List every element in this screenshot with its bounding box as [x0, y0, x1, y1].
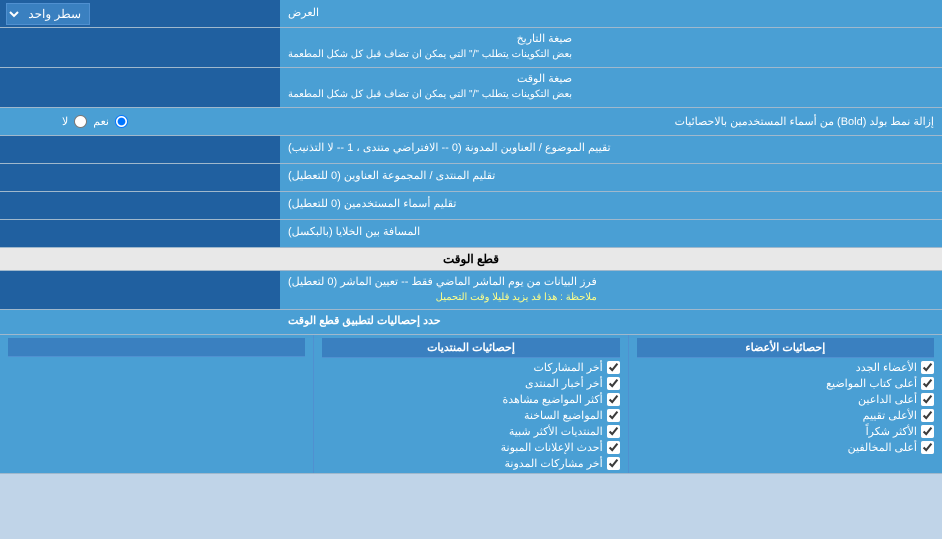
time-format-input-wrapper[interactable]: H:i	[0, 68, 280, 107]
forum-order-label: تقليم المنتدى / المجموعة العناوين (0 للت…	[280, 164, 942, 191]
checkbox-most-similar-input[interactable]	[607, 425, 620, 438]
date-format-row: صيغة التاريخبعض التكوينات يتطلب "/" التي…	[0, 28, 942, 68]
checkbox-top-violators[interactable]: أعلى المخالفين	[637, 441, 934, 454]
user-order-input-wrapper[interactable]: 0	[0, 192, 280, 219]
col-left-header	[8, 338, 305, 357]
cutoff-row: فرز البيانات من يوم الماشر الماضي فقط --…	[0, 271, 942, 311]
cutoff-input-wrapper[interactable]: 0	[0, 271, 280, 310]
checkbox-forum-news-input[interactable]	[607, 377, 620, 390]
forum-order-row: تقليم المنتدى / المجموعة العناوين (0 للت…	[0, 164, 942, 192]
checkbox-latest-announcements[interactable]: أحدث الإعلانات المبونة	[322, 441, 619, 454]
cutoff-section-header: قطع الوقت	[0, 248, 942, 271]
checkbox-most-similar-label: المنتديات الأكثر شبية	[509, 425, 603, 438]
user-order-label: تقليم أسماء المستخدمين (0 للتعطيل)	[280, 192, 942, 219]
checkbox-forum-news-label: أخر أخبار المنتدى	[525, 377, 603, 390]
checkbox-last-posts-input[interactable]	[607, 361, 620, 374]
checkbox-new-members[interactable]: الأعضاء الجدد	[637, 361, 934, 374]
checkbox-columns: إحصائيات الأعضاء الأعضاء الجدد أعلى كتاب…	[0, 335, 942, 474]
forum-order-input-wrapper[interactable]: 33	[0, 164, 280, 191]
bold-no-radio[interactable]	[74, 115, 87, 128]
checkbox-most-similar[interactable]: المنتديات الأكثر شبية	[322, 425, 619, 438]
date-format-input-wrapper[interactable]: d-m	[0, 28, 280, 67]
checkbox-top-posters-input[interactable]	[921, 393, 934, 406]
cutoff-label: فرز البيانات من يوم الماشر الماضي فقط --…	[280, 271, 942, 310]
bold-no-label[interactable]: لا	[62, 115, 68, 128]
col-right-header: إحصائيات الأعضاء	[637, 338, 934, 358]
limit-label-row: حدد إحصاليات لتطبيق قطع الوقت	[0, 310, 942, 334]
checkbox-most-viewed[interactable]: أكثر المواضيع مشاهدة	[322, 393, 619, 406]
checkbox-top-rated-input[interactable]	[921, 409, 934, 422]
checkbox-col-mid: إحصائيات المنتديات أخر المشاركات أخر أخب…	[313, 335, 628, 473]
limit-label-right	[0, 310, 280, 333]
bold-remove-radios[interactable]: نعم لا	[8, 115, 128, 128]
checkbox-col-right: إحصائيات الأعضاء الأعضاء الجدد أعلى كتاب…	[629, 335, 942, 473]
checkbox-top-posters-label: أعلى الداعين	[858, 393, 917, 406]
topic-order-label: تقييم الموضوع / العناوين المدونة (0 -- ا…	[280, 136, 942, 163]
checkbox-blog-posts-input[interactable]	[607, 457, 620, 470]
checkbox-top-posters[interactable]: أعلى الداعين	[637, 393, 934, 406]
cell-spacing-input[interactable]: 2	[6, 226, 274, 240]
cell-spacing-input-wrapper[interactable]: 2	[0, 220, 280, 247]
checkbox-top-rated[interactable]: الأعلى تقييم	[637, 409, 934, 422]
cell-spacing-row: المسافة بين الخلايا (بالبكسل) 2	[0, 220, 942, 248]
checkbox-most-viewed-label: أكثر المواضيع مشاهدة	[502, 393, 602, 406]
cutoff-input[interactable]: 0	[6, 283, 274, 297]
checkbox-top-writers-input[interactable]	[921, 377, 934, 390]
time-format-input[interactable]: H:i	[6, 80, 274, 94]
checkbox-most-thanks-label: الأكثر شكراً	[866, 425, 917, 438]
display-mode-label: العرض	[280, 0, 942, 27]
checkbox-last-posts[interactable]: أخر المشاركات	[322, 361, 619, 374]
bold-remove-label: إزالة نمط بولد (Bold) من أسماء المستخدمي…	[128, 115, 934, 128]
limit-label: حدد إحصاليات لتطبيق قطع الوقت	[280, 310, 942, 333]
date-format-input[interactable]: d-m	[6, 40, 274, 54]
bold-yes-radio[interactable]	[115, 115, 128, 128]
topic-order-row: تقييم الموضوع / العناوين المدونة (0 -- ا…	[0, 136, 942, 164]
display-mode-input[interactable]: سطر واحدسطرينثلاثة أسطر	[0, 0, 280, 27]
checkbox-last-posts-label: أخر المشاركات	[534, 361, 603, 374]
checkbox-new-members-label: الأعضاء الجدد	[856, 361, 917, 374]
topic-order-input[interactable]: 33	[6, 142, 274, 156]
bold-remove-row: إزالة نمط بولد (Bold) من أسماء المستخدمي…	[0, 108, 942, 136]
bold-yes-label[interactable]: نعم	[93, 115, 109, 128]
display-mode-select[interactable]: سطر واحدسطرينثلاثة أسطر	[6, 3, 90, 25]
time-format-label: صيغة الوقتبعض التكوينات يتطلب "/" التي ي…	[280, 68, 942, 107]
checkbox-hot-topics-label: المواضيع الساخنة	[524, 409, 603, 422]
checkbox-col-left	[0, 335, 313, 473]
topic-order-input-wrapper[interactable]: 33	[0, 136, 280, 163]
col-mid-header: إحصائيات المنتديات	[322, 338, 619, 358]
checkbox-hot-topics-input[interactable]	[607, 409, 620, 422]
user-order-row: تقليم أسماء المستخدمين (0 للتعطيل) 0	[0, 192, 942, 220]
checkbox-top-violators-input[interactable]	[921, 441, 934, 454]
checkbox-top-rated-label: الأعلى تقييم	[863, 409, 917, 422]
checkbox-top-writers[interactable]: أعلى كتاب المواضيع	[637, 377, 934, 390]
checkbox-most-thanks[interactable]: الأكثر شكراً	[637, 425, 934, 438]
checkbox-blog-posts[interactable]: أخر مشاركات المدونة	[322, 457, 619, 470]
checkbox-new-members-input[interactable]	[921, 361, 934, 374]
display-mode-row: العرض سطر واحدسطرينثلاثة أسطر	[0, 0, 942, 28]
checkbox-top-writers-label: أعلى كتاب المواضيع	[826, 377, 917, 390]
main-container: العرض سطر واحدسطرينثلاثة أسطر صيغة التار…	[0, 0, 942, 474]
checkbox-blog-posts-label: أخر مشاركات المدونة	[505, 457, 603, 470]
checkbox-most-thanks-input[interactable]	[921, 425, 934, 438]
forum-order-input[interactable]: 33	[6, 170, 274, 184]
time-format-row: صيغة الوقتبعض التكوينات يتطلب "/" التي ي…	[0, 68, 942, 108]
cell-spacing-label: المسافة بين الخلايا (بالبكسل)	[280, 220, 942, 247]
user-order-input[interactable]: 0	[6, 198, 274, 212]
checkbox-latest-announcements-input[interactable]	[607, 441, 620, 454]
date-format-label: صيغة التاريخبعض التكوينات يتطلب "/" التي…	[280, 28, 942, 67]
checkbox-forum-news[interactable]: أخر أخبار المنتدى	[322, 377, 619, 390]
checkbox-top-violators-label: أعلى المخالفين	[848, 441, 917, 454]
checkbox-hot-topics[interactable]: المواضيع الساخنة	[322, 409, 619, 422]
checkbox-most-viewed-input[interactable]	[607, 393, 620, 406]
checkbox-latest-announcements-label: أحدث الإعلانات المبونة	[501, 441, 603, 454]
